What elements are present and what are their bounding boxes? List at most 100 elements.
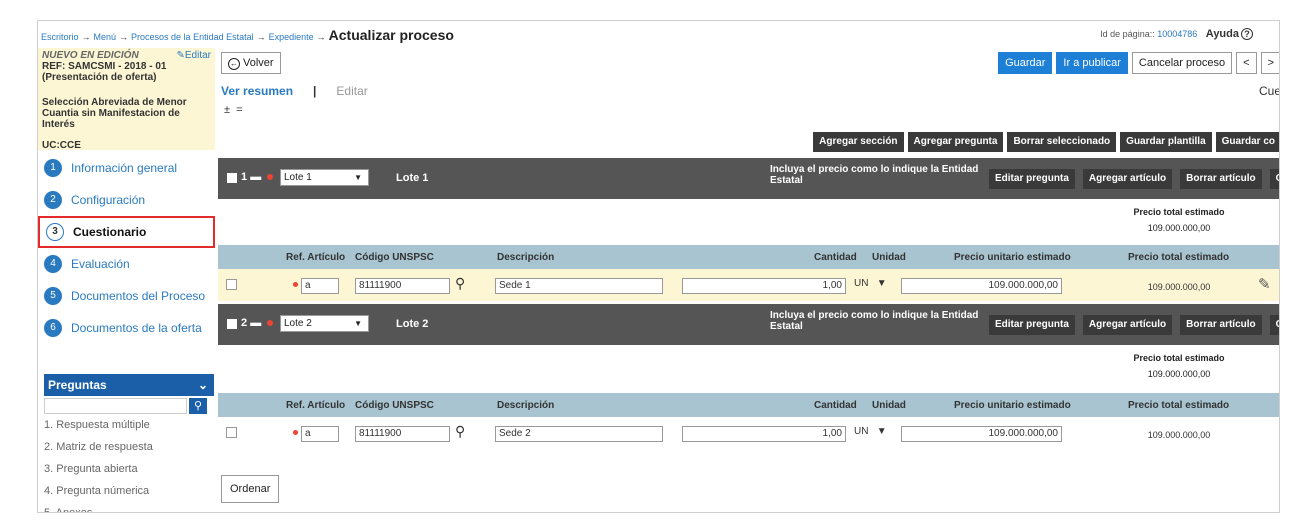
add-item-button[interactable]: Agregar artículo bbox=[1082, 315, 1173, 335]
questions-search-input[interactable] bbox=[44, 398, 187, 414]
table-row: a 81111900 ⚲ Sede 1 1,00 UN ▼ 109.000.00… bbox=[218, 269, 1279, 301]
next-button[interactable]: > bbox=[1260, 52, 1279, 74]
step-informacion-general[interactable]: 1 Información general bbox=[38, 152, 215, 184]
breadcrumb-menu[interactable]: Menú bbox=[94, 32, 117, 42]
back-label: Volver bbox=[243, 57, 274, 69]
questions-title: Preguntas bbox=[48, 378, 107, 392]
breadcrumb-escritorio[interactable]: Escritorio bbox=[41, 32, 79, 42]
row-checkbox[interactable] bbox=[226, 279, 237, 290]
breadcrumb-expediente[interactable]: Expediente bbox=[269, 32, 314, 42]
lot-number: 1 ▬ bbox=[241, 171, 261, 183]
edit-link[interactable]: ✎Editar bbox=[176, 50, 211, 61]
save-button[interactable]: Guardar bbox=[998, 52, 1053, 74]
col-unit: Unidad bbox=[872, 400, 906, 411]
unspsc-field[interactable]: 81111900 bbox=[355, 278, 450, 294]
ref-field[interactable]: a bbox=[301, 278, 339, 294]
description-field[interactable]: Sede 2 bbox=[495, 426, 663, 442]
question-type-item[interactable]: 1. Respuesta múltiple bbox=[44, 414, 214, 436]
search-icon[interactable]: ⚲ bbox=[189, 398, 207, 414]
breadcrumb: Escritorio → Menú → Procesos de la Entidad E… bbox=[41, 27, 454, 43]
step-documentos-proceso[interactable]: 5 Documentos del Proceso bbox=[38, 280, 215, 312]
lot-total-label: Precio total estimado bbox=[1133, 353, 1225, 363]
lot-header: 2 ▬ Lote 2 ▼ Lote 2 Incluya el precio com… bbox=[218, 304, 1279, 345]
lot-total-value: 109.000.000,00 bbox=[1147, 223, 1211, 233]
options-button[interactable]: Opci bbox=[1269, 315, 1279, 335]
lot-instruction: Incluya el precio como lo indique la Ent… bbox=[770, 164, 979, 186]
cancel-process-button[interactable]: Cancelar proceso bbox=[1131, 52, 1233, 74]
row-total: 109.000.000,00 bbox=[1147, 430, 1211, 440]
step-number: 2 bbox=[44, 191, 62, 209]
step-number: 4 bbox=[44, 255, 62, 273]
add-section-button[interactable]: Agregar sección bbox=[813, 132, 904, 152]
unit-select[interactable]: UN ▼ bbox=[854, 426, 887, 437]
pencil-icon[interactable]: ✎ bbox=[1258, 275, 1271, 293]
ref-field[interactable]: a bbox=[301, 426, 339, 442]
required-dot-icon bbox=[293, 430, 298, 435]
collapse-all-icon[interactable]: = bbox=[236, 104, 242, 116]
step-configuracion[interactable]: 2 Configuración bbox=[38, 184, 215, 216]
step-list: 1 Información general 2 Configuración 3 Cue… bbox=[38, 152, 215, 344]
delete-item-button[interactable]: Borrar artículo bbox=[1180, 169, 1262, 189]
lot-checkbox[interactable] bbox=[227, 173, 237, 183]
lot-select[interactable]: Lote 2 ▼ bbox=[280, 315, 369, 332]
dropdown-arrow-icon: ▼ bbox=[354, 173, 362, 182]
row-checkbox[interactable] bbox=[226, 427, 237, 438]
publish-button[interactable]: Ir a publicar bbox=[1056, 52, 1128, 74]
description-field[interactable]: Sede 1 bbox=[495, 278, 663, 294]
step-number: 5 bbox=[44, 287, 62, 305]
view-links: Ver resumen | Editar bbox=[221, 84, 368, 98]
question-type-item[interactable]: 5. Anexos bbox=[44, 502, 214, 512]
dropdown-arrow-icon: ▼ bbox=[876, 426, 887, 437]
search-icon[interactable]: ⚲ bbox=[455, 275, 465, 292]
step-cuestionario[interactable]: 3 Cuestionario bbox=[38, 216, 215, 248]
page-title: Actualizar proceso bbox=[328, 27, 454, 43]
expand-all-icon[interactable]: ± bbox=[224, 104, 230, 116]
quantity-field[interactable]: 1,00 bbox=[682, 426, 846, 442]
question-type-list: 1. Respuesta múltiple 2. Matriz de respu… bbox=[44, 414, 214, 512]
save-as-button[interactable]: Guardar co bbox=[1215, 132, 1279, 152]
unit-price-field[interactable]: 109.000.000,00 bbox=[901, 426, 1062, 442]
question-type-item[interactable]: 3. Pregunta abierta bbox=[44, 458, 214, 480]
quantity-field[interactable]: 1,00 bbox=[682, 278, 846, 294]
unit-select[interactable]: UN ▼ bbox=[854, 278, 887, 289]
edit-question-button[interactable]: Editar pregunta bbox=[989, 169, 1075, 189]
delete-item-button[interactable]: Borrar artículo bbox=[1180, 315, 1262, 335]
order-button[interactable]: Ordenar bbox=[221, 475, 280, 503]
lot-number-value: 2 bbox=[241, 317, 248, 329]
uc-label: UC:CCE bbox=[42, 140, 81, 151]
chevron-down-icon: ⌄ bbox=[197, 378, 208, 392]
edit-link-label: Editar bbox=[184, 50, 211, 61]
collapse-icon[interactable]: ▬ bbox=[250, 317, 261, 329]
question-type-item[interactable]: 2. Matriz de respuesta bbox=[44, 436, 214, 458]
back-button[interactable]: ← Volver bbox=[221, 52, 281, 74]
questions-search: ⚲ bbox=[44, 398, 214, 414]
search-icon[interactable]: ⚲ bbox=[455, 423, 465, 440]
edit-question-button[interactable]: Editar pregunta bbox=[989, 315, 1075, 335]
help-link[interactable]: Ayuda? bbox=[1206, 28, 1253, 40]
save-template-button[interactable]: Guardar plantilla bbox=[1120, 132, 1212, 152]
step-evaluacion[interactable]: 4 Evaluación bbox=[38, 248, 215, 280]
prev-button[interactable]: < bbox=[1236, 52, 1257, 74]
lot-checkbox[interactable] bbox=[227, 319, 237, 329]
sidebar: NUEVO EN EDICIÓN ✎Editar REF: SAMCSMI - … bbox=[38, 48, 215, 512]
view-summary-link[interactable]: Ver resumen bbox=[221, 84, 293, 98]
questions-header[interactable]: Preguntas ⌄ bbox=[44, 374, 214, 396]
col-description: Descripción bbox=[497, 400, 555, 411]
edit-view-link[interactable]: Editar bbox=[336, 84, 367, 98]
unit-price-field[interactable]: 109.000.000,00 bbox=[901, 278, 1062, 294]
breadcrumb-procesos[interactable]: Procesos de la Entidad Estatal bbox=[131, 32, 254, 42]
collapse-icon[interactable]: ▬ bbox=[250, 171, 261, 183]
options-button[interactable]: Opci bbox=[1269, 169, 1279, 189]
top-bar: Escritorio → Menú → Procesos de la Entidad E… bbox=[38, 21, 1279, 47]
step-documentos-oferta[interactable]: 6 Documentos de la oferta bbox=[38, 312, 215, 344]
lot-name: Lote 2 bbox=[396, 318, 429, 330]
step-label: Documentos del Proceso bbox=[71, 289, 206, 303]
add-question-button[interactable]: Agregar pregunta bbox=[907, 132, 1004, 152]
delete-selected-button[interactable]: Borrar seleccionado bbox=[1007, 132, 1117, 152]
add-item-button[interactable]: Agregar artículo bbox=[1082, 169, 1173, 189]
col-total-price: Precio total estimado bbox=[1128, 400, 1230, 411]
top-actions: Guardar Ir a publicar Cancelar proceso <… bbox=[998, 52, 1279, 74]
lot-select[interactable]: Lote 1 ▼ bbox=[280, 169, 369, 186]
unspsc-field[interactable]: 81111900 bbox=[355, 426, 450, 442]
question-type-item[interactable]: 4. Pregunta númerica bbox=[44, 480, 214, 502]
